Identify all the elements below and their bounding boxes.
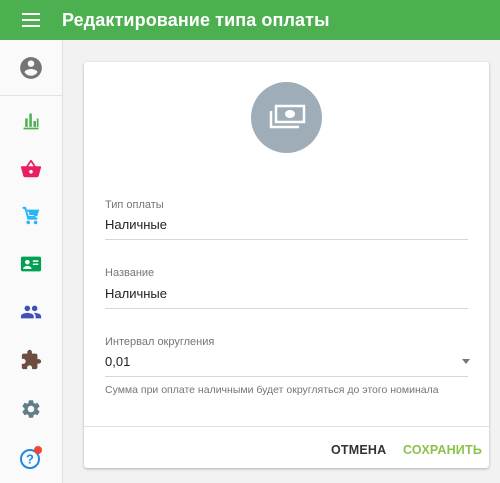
payment-type-card: Тип оплаты Наличные Название Наличные Ин… bbox=[84, 62, 489, 468]
payment-avatar bbox=[251, 82, 322, 153]
money-icon bbox=[269, 104, 305, 128]
rounding-select[interactable]: 0,01 bbox=[105, 354, 130, 369]
sidebar-item-account[interactable] bbox=[0, 48, 62, 88]
gear-icon bbox=[22, 400, 40, 418]
sidebar-item-settings[interactable] bbox=[0, 389, 62, 429]
card-divider bbox=[84, 426, 489, 427]
bar-chart-icon bbox=[23, 113, 39, 130]
puzzle-icon bbox=[21, 349, 42, 370]
name-label: Название bbox=[105, 267, 155, 279]
sidebar-item-help[interactable]: ? bbox=[0, 438, 62, 478]
name-underline bbox=[105, 308, 468, 309]
sidebar-item-reports[interactable] bbox=[0, 101, 62, 141]
sidebar-item-delivery[interactable] bbox=[0, 196, 62, 236]
sidebar: ? bbox=[0, 40, 63, 483]
payment-type-value[interactable]: Наличные bbox=[105, 217, 167, 232]
people-icon bbox=[20, 305, 42, 319]
cancel-button[interactable]: ОТМЕНА bbox=[331, 438, 386, 462]
save-button[interactable]: СОХРАНИТЬ bbox=[403, 438, 482, 462]
sidebar-item-modules[interactable] bbox=[0, 340, 62, 380]
contact-card-icon bbox=[20, 256, 42, 272]
sidebar-item-sales[interactable] bbox=[0, 149, 62, 189]
svg-text:?: ? bbox=[26, 452, 34, 467]
payment-type-label: Тип оплаты bbox=[105, 199, 164, 211]
cart-icon bbox=[21, 206, 40, 225]
help-icon: ? bbox=[20, 446, 42, 469]
rounding-label: Интервал округления bbox=[105, 336, 215, 348]
sidebar-item-staff[interactable] bbox=[0, 292, 62, 332]
basket-icon bbox=[20, 159, 42, 178]
rounding-underline bbox=[105, 376, 468, 377]
rounding-hint: Сумма при оплате наличными будет округля… bbox=[105, 384, 439, 396]
sidebar-item-clients[interactable] bbox=[0, 244, 62, 284]
menu-button[interactable] bbox=[0, 0, 62, 40]
chevron-down-icon[interactable] bbox=[462, 359, 470, 364]
menu-icon bbox=[22, 13, 40, 27]
sidebar-divider bbox=[0, 95, 62, 96]
page-title: Редактирование типа оплаты bbox=[62, 9, 330, 30]
name-field[interactable]: Наличные bbox=[105, 286, 167, 301]
account-circle-icon bbox=[20, 57, 42, 79]
payment-type-underline bbox=[105, 239, 468, 240]
app-bar: Редактирование типа оплаты bbox=[0, 0, 500, 40]
